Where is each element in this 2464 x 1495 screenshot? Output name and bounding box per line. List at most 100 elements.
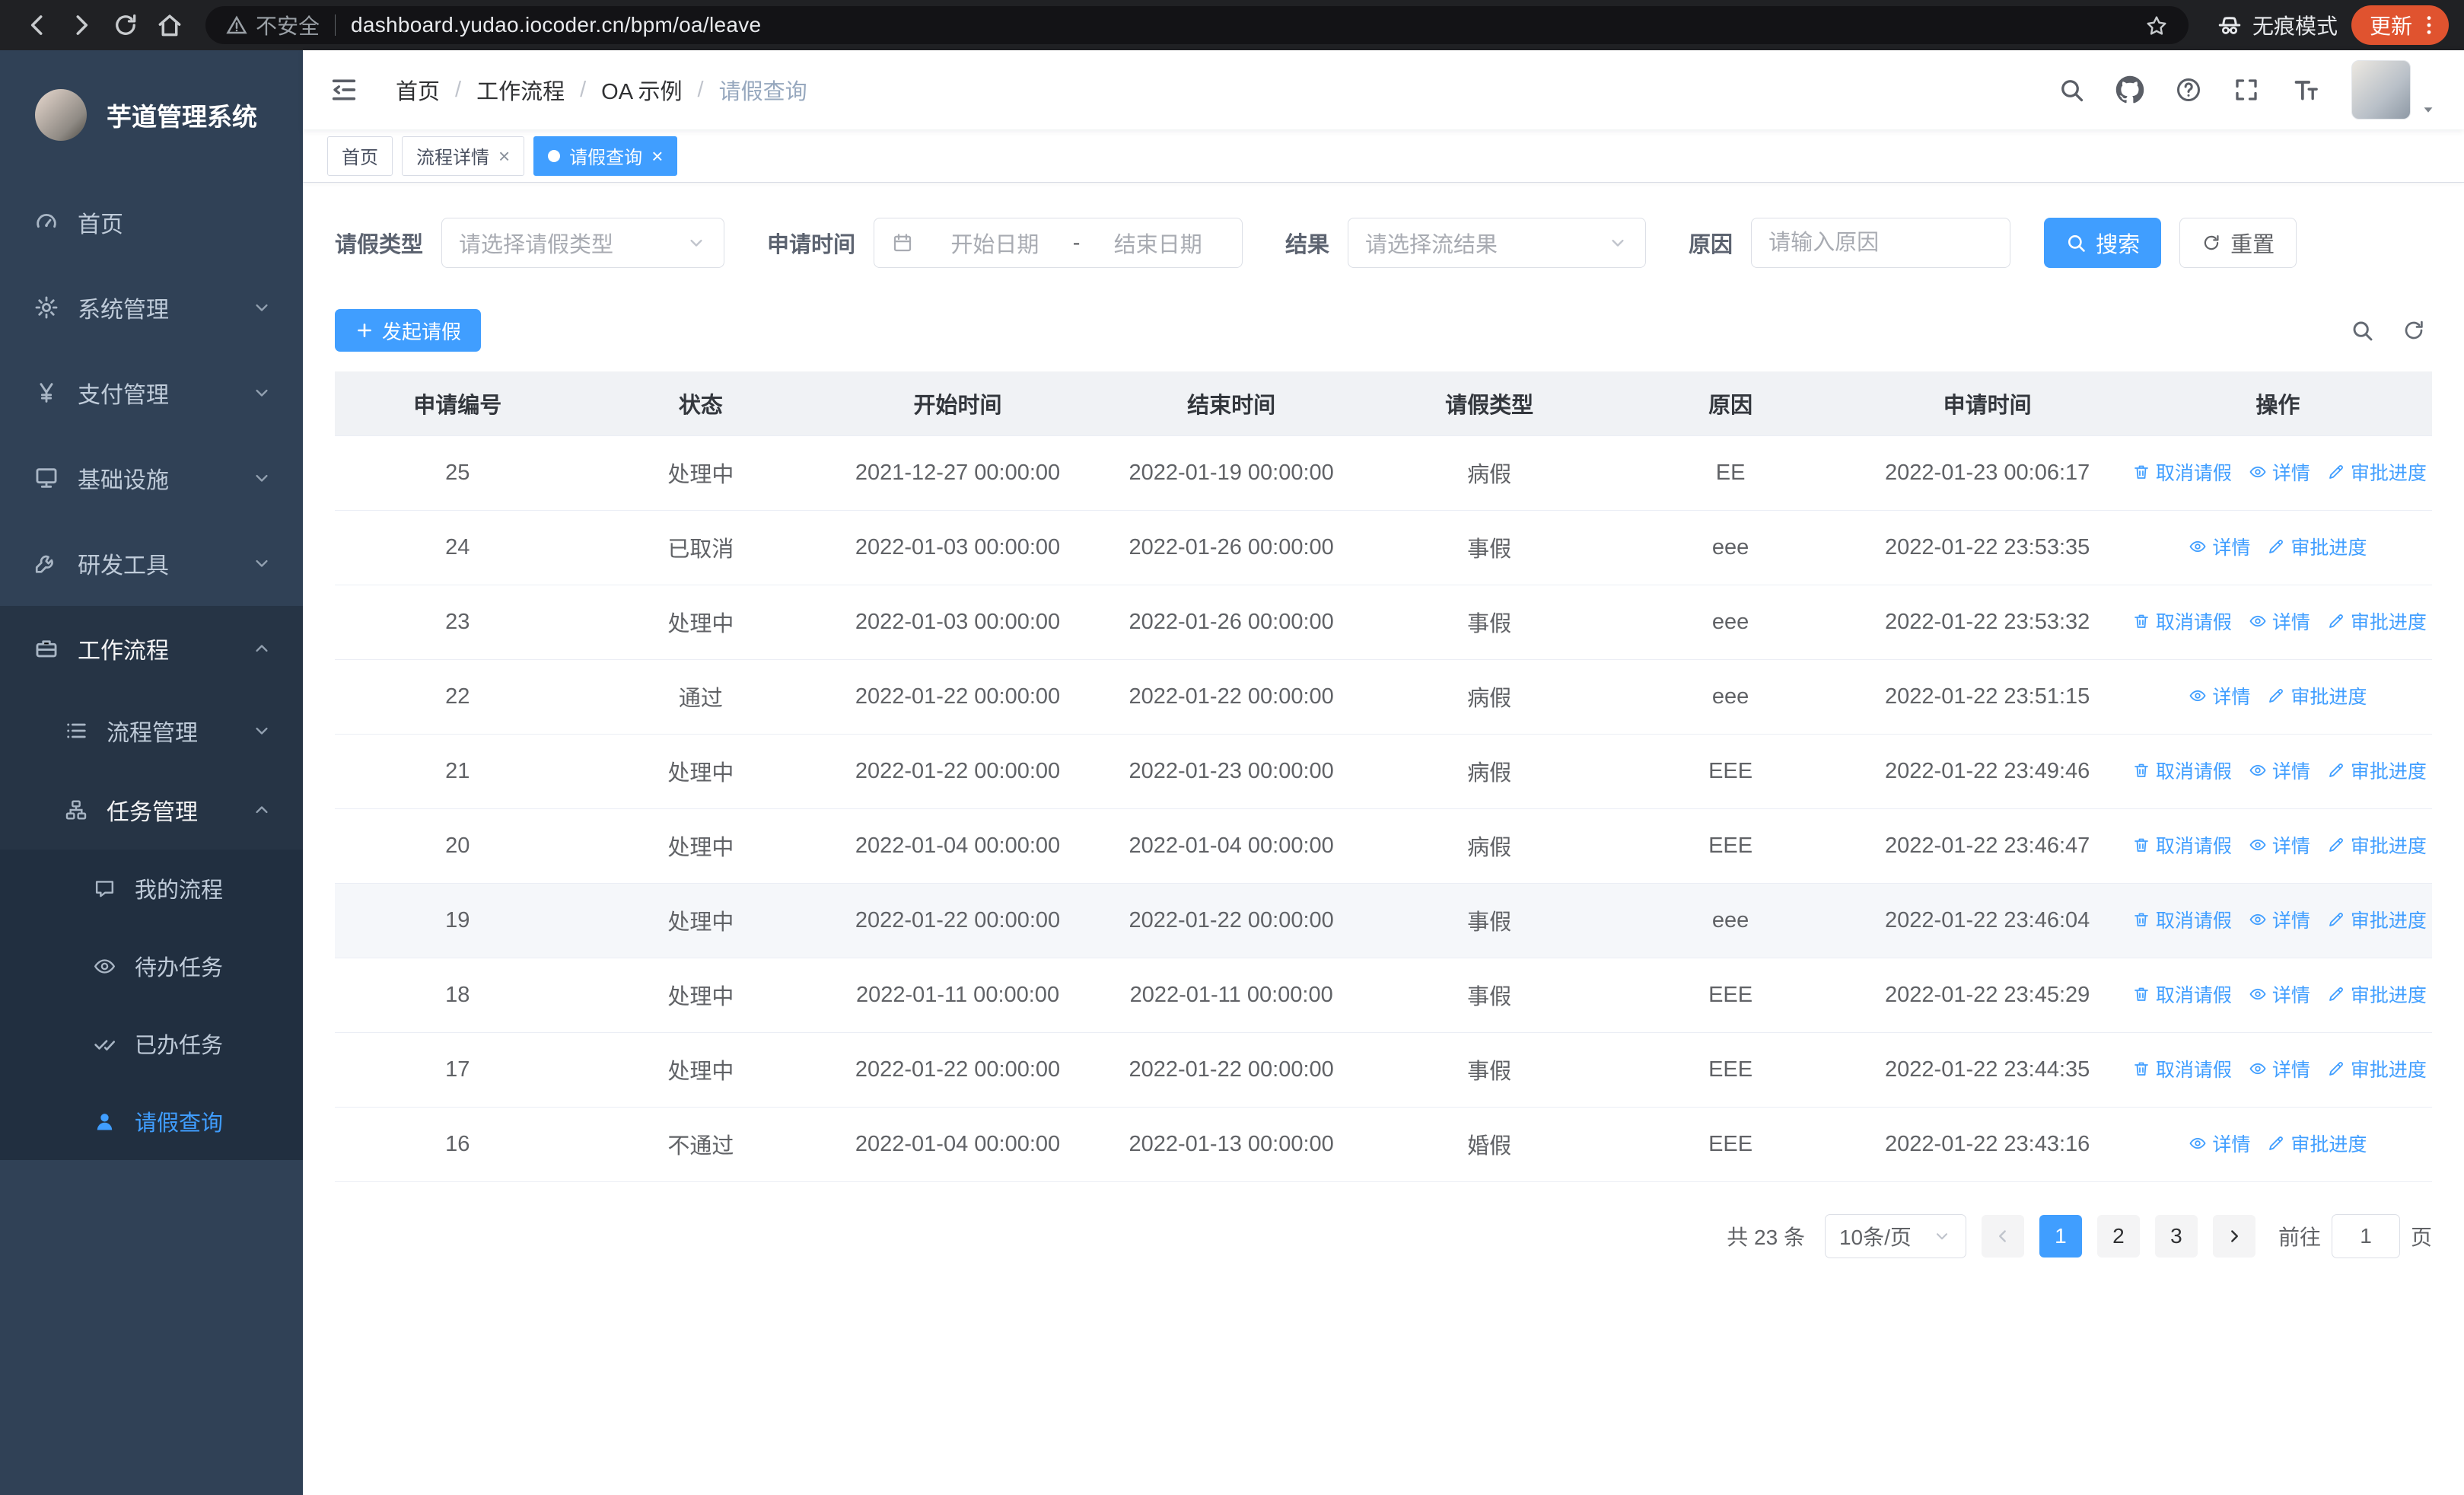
approval-progress-link[interactable]: 审批进度 — [2267, 682, 2367, 709]
cell-apply-no: 17 — [335, 1032, 581, 1108]
approval-progress-link[interactable]: 审批进度 — [2327, 980, 2427, 1008]
sidebar-item-task-management[interactable]: 任务管理 — [0, 770, 303, 850]
browser-forward-button[interactable] — [59, 3, 103, 47]
cell-leave-type: 病假 — [1368, 808, 1610, 884]
detail-link[interactable]: 详情 — [2189, 533, 2250, 560]
column-reason: 原因 — [1609, 371, 1851, 436]
detail-link[interactable]: 详情 — [2249, 607, 2310, 635]
breadcrumb-separator: / — [455, 77, 462, 102]
apply-time-range-picker[interactable]: 开始日期 - 结束日期 — [874, 218, 1243, 268]
apply-time-label: 申请时间 — [767, 233, 856, 257]
github-link[interactable] — [2115, 75, 2144, 104]
leave-type-select[interactable]: 请选择请假类型 — [441, 218, 725, 268]
detail-link[interactable]: 详情 — [2249, 980, 2310, 1008]
tool-icon — [33, 550, 59, 576]
sidebar-item-home[interactable]: 首页 — [0, 180, 303, 265]
cancel-leave-link[interactable]: 取消请假 — [2132, 1055, 2232, 1082]
chevron-right-icon — [2224, 1226, 2244, 1246]
refresh-table-button[interactable] — [2402, 318, 2426, 343]
prev-page-button[interactable] — [1981, 1214, 2024, 1258]
sidebar-item-process-management[interactable]: 流程管理 — [0, 691, 303, 770]
font-size-button[interactable] — [2291, 75, 2321, 105]
reset-button[interactable]: 重置 — [2179, 218, 2297, 268]
list-icon — [64, 719, 88, 743]
cancel-leave-link[interactable]: 取消请假 — [2132, 757, 2232, 784]
sidebar-item-label: 工作流程 — [78, 639, 169, 664]
sidebar-item-done-tasks[interactable]: 已办任务 — [0, 1005, 303, 1082]
sidebar-item-devtools[interactable]: 研发工具 — [0, 521, 303, 606]
goto-page-input[interactable] — [2331, 1213, 2400, 1258]
approval-progress-link[interactable]: 审批进度 — [2327, 458, 2427, 486]
page-unit-label: 页 — [2410, 1225, 2432, 1249]
forward-icon — [67, 11, 96, 40]
cell-apply-no: 22 — [335, 659, 581, 735]
detail-link[interactable]: 详情 — [2249, 757, 2310, 784]
header-search-button[interactable] — [2058, 76, 2085, 104]
close-icon[interactable]: × — [651, 146, 663, 166]
help-button[interactable] — [2175, 76, 2202, 104]
sidebar-collapse-button[interactable] — [329, 75, 359, 105]
cell-end-time: 2022-01-22 00:00:00 — [1094, 883, 1369, 958]
sidebar-item-payment[interactable]: 支付管理 — [0, 350, 303, 435]
approval-progress-link[interactable]: 审批进度 — [2327, 607, 2427, 635]
cell-status: 通过 — [580, 659, 822, 735]
address-bar[interactable]: 不安全 dashboard.yudao.iocoder.cn/bpm/oa/le… — [205, 6, 2189, 44]
sidebar-item-my-process[interactable]: 我的流程 — [0, 850, 303, 927]
page-size-select[interactable]: 10条/页 — [1824, 1213, 1966, 1258]
approval-progress-link[interactable]: 审批进度 — [2327, 906, 2427, 933]
logo[interactable]: 芋道管理系统 — [0, 50, 303, 180]
cancel-leave-link[interactable]: 取消请假 — [2132, 831, 2232, 859]
sidebar-item-workflow[interactable]: 工作流程 — [0, 606, 303, 691]
detail-link[interactable]: 详情 — [2249, 906, 2310, 933]
sidebar-item-leave-query[interactable]: 请假查询 — [0, 1082, 303, 1160]
user-menu[interactable] — [2351, 60, 2438, 120]
detail-link[interactable]: 详情 — [2189, 682, 2250, 709]
cancel-leave-link[interactable]: 取消请假 — [2132, 980, 2232, 1008]
cell-status: 不通过 — [580, 1107, 822, 1182]
detail-link[interactable]: 详情 — [2249, 458, 2310, 486]
bookmark-star-button[interactable] — [2144, 12, 2169, 38]
sidebar-item-system[interactable]: 系统管理 — [0, 265, 303, 350]
close-icon[interactable]: × — [498, 146, 510, 166]
approval-progress-link[interactable]: 审批进度 — [2267, 1130, 2367, 1157]
breadcrumb-separator: / — [580, 77, 587, 102]
approval-progress-link[interactable]: 审批进度 — [2327, 831, 2427, 859]
browser-back-button[interactable] — [15, 3, 59, 47]
tab-process-detail[interactable]: 流程详情 × — [402, 135, 525, 176]
workflow-submenu: 流程管理 任务管理 我的流程 待办任务 已办任务 请假查询 — [0, 691, 303, 1160]
breadcrumb-item-home[interactable]: 首页 — [396, 74, 440, 106]
browser-reload-button[interactable] — [103, 3, 148, 47]
fullscreen-button[interactable] — [2233, 76, 2260, 104]
detail-link[interactable]: 详情 — [2249, 831, 2310, 859]
tab-leave-query[interactable]: 请假查询 × — [533, 135, 678, 176]
cell-apply-time: 2022-01-22 23:53:35 — [1851, 510, 2124, 585]
toggle-search-button[interactable] — [2350, 318, 2374, 343]
page-button-2[interactable]: 2 — [2096, 1214, 2140, 1258]
search-button[interactable]: 搜索 — [2044, 218, 2162, 268]
cell-operations: 取消请假 详情 审批进度 — [2123, 1032, 2432, 1108]
security-indicator[interactable]: 不安全 — [225, 10, 320, 40]
page-button-3[interactable]: 3 — [2154, 1214, 2198, 1258]
cancel-leave-link[interactable]: 取消请假 — [2132, 906, 2232, 933]
sidebar-item-todo-tasks[interactable]: 待办任务 — [0, 927, 303, 1005]
sidebar-item-infrastructure[interactable]: 基础设施 — [0, 435, 303, 521]
detail-link[interactable]: 详情 — [2249, 1055, 2310, 1082]
approval-progress-link[interactable]: 审批进度 — [2267, 533, 2367, 560]
detail-link[interactable]: 详情 — [2189, 1130, 2250, 1157]
page-button-1[interactable]: 1 — [2039, 1214, 2082, 1258]
create-leave-button[interactable]: 发起请假 — [335, 309, 482, 352]
sidebar-item-label: 任务管理 — [107, 800, 198, 825]
browser-home-button[interactable] — [148, 3, 192, 47]
create-leave-label: 发起请假 — [382, 320, 462, 343]
approval-progress-link[interactable]: 审批进度 — [2327, 757, 2427, 784]
cancel-leave-link[interactable]: 取消请假 — [2132, 458, 2232, 486]
cell-leave-type: 病假 — [1368, 659, 1610, 735]
next-page-button[interactable] — [2212, 1214, 2255, 1258]
browser-update-menu-button[interactable]: 更新 — [2351, 5, 2449, 45]
tab-home[interactable]: 首页 — [327, 135, 393, 176]
cell-leave-type: 病假 — [1368, 435, 1610, 511]
cancel-leave-link[interactable]: 取消请假 — [2132, 607, 2232, 635]
approval-progress-link[interactable]: 审批进度 — [2327, 1055, 2427, 1082]
reason-input[interactable] — [1751, 218, 2011, 268]
result-select[interactable]: 请选择流结果 — [1348, 218, 1647, 268]
